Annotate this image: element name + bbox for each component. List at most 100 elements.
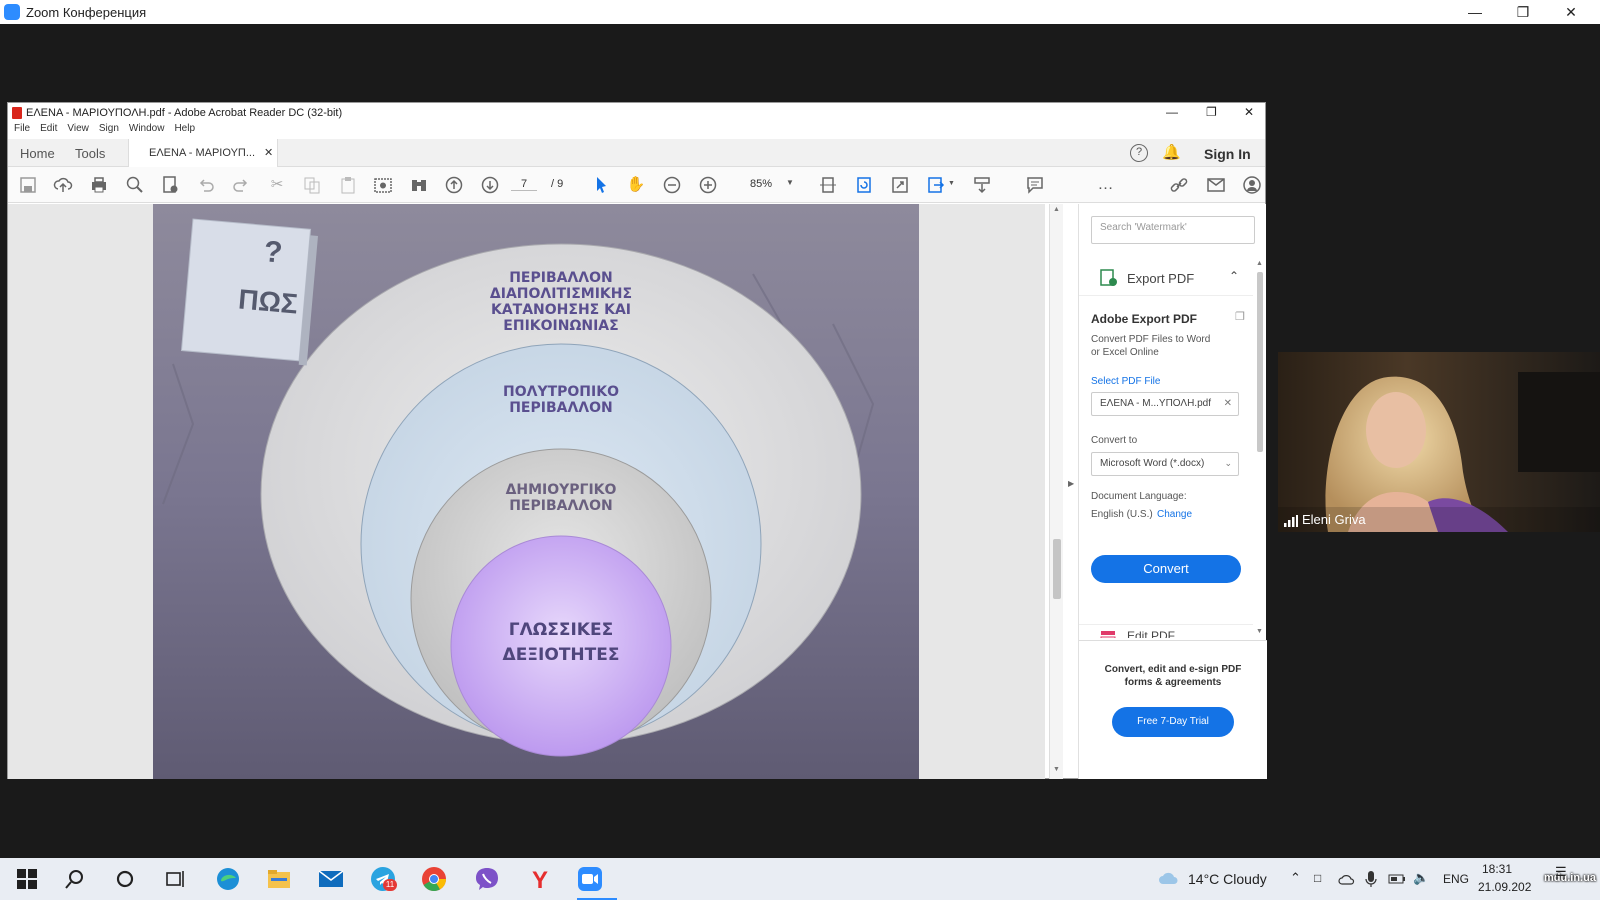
tab-document[interactable]: ΕΛΕΝΑ - ΜΑΡΙΟΥΠ... ✕: [128, 139, 278, 167]
viber-icon[interactable]: [474, 866, 500, 892]
menu-help[interactable]: Help: [174, 123, 195, 139]
free-trial-button[interactable]: Free 7-Day Trial: [1112, 707, 1234, 737]
pane-scroll-up-icon[interactable]: ▲: [1256, 260, 1263, 267]
zoom-close-button[interactable]: ✕: [1548, 0, 1594, 24]
print-icon[interactable]: [89, 175, 109, 195]
find-binoculars-icon[interactable]: [409, 175, 429, 195]
add-user-icon[interactable]: [1242, 175, 1262, 195]
export-pdf-header[interactable]: Export PDF ⌃: [1079, 260, 1253, 296]
pane-scroll-down-icon[interactable]: ▼: [1256, 628, 1263, 635]
edit-pdf-header[interactable]: Edit PDF: [1079, 624, 1253, 638]
start-windows-icon[interactable]: [14, 866, 40, 892]
copy-icon-pane[interactable]: ❐: [1235, 310, 1245, 323]
cut-icon[interactable]: ✂: [267, 175, 287, 195]
format-select[interactable]: Microsoft Word (*.docx) ⌄: [1091, 452, 1239, 476]
scroll-mode-icon[interactable]: [972, 175, 992, 195]
page-number-input[interactable]: 7: [511, 178, 537, 191]
redo-icon[interactable]: [231, 175, 251, 195]
menu-window[interactable]: Window: [129, 123, 165, 139]
scroll-up-icon[interactable]: ▲: [1053, 206, 1060, 213]
zoom-app-taskbar-icon[interactable]: [577, 866, 603, 892]
fit-page-icon[interactable]: [818, 175, 838, 195]
remove-file-icon[interactable]: ✕: [1224, 398, 1232, 409]
acrobat-restore-button[interactable]: ❐: [1206, 105, 1217, 119]
input-language[interactable]: ENG: [1443, 872, 1469, 886]
email-icon[interactable]: [1206, 175, 1226, 195]
file-explorer-icon[interactable]: [266, 866, 292, 892]
weather-cloud-icon[interactable]: [1158, 870, 1180, 886]
collapse-chevron-icon[interactable]: ⌃: [1229, 269, 1239, 283]
meet-now-icon[interactable]: □: [1314, 871, 1321, 885]
pane-scrollbar-thumb[interactable]: [1257, 272, 1263, 452]
weather-text[interactable]: 14°C Cloudy: [1188, 871, 1267, 887]
notifications-icon[interactable]: ☰: [1555, 864, 1567, 880]
yandex-browser-icon[interactable]: Y: [526, 866, 552, 892]
edit-file-icon[interactable]: [160, 175, 180, 195]
more-tools-icon[interactable]: …: [1096, 175, 1116, 195]
tab-tools[interactable]: Tools: [75, 146, 105, 161]
select-pdf-file-link[interactable]: Select PDF File: [1091, 376, 1160, 387]
participant-name: Eleni Griva: [1302, 512, 1366, 527]
export-page-icon[interactable]: [926, 175, 946, 195]
convert-button[interactable]: Convert: [1091, 555, 1241, 583]
collapse-right-pane-icon[interactable]: ▶: [1068, 479, 1074, 488]
tab-home[interactable]: Home: [20, 146, 55, 161]
clock-time[interactable]: 18:31: [1482, 862, 1512, 876]
show-hidden-icons-chevron-icon[interactable]: ⌃: [1290, 870, 1301, 886]
zoom-search-icon[interactable]: [125, 175, 145, 195]
change-language-link[interactable]: Change: [1157, 509, 1192, 520]
menu-file[interactable]: File: [14, 123, 30, 139]
scrollbar-thumb[interactable]: [1053, 539, 1061, 599]
menu-view[interactable]: View: [67, 123, 89, 139]
menu-edit[interactable]: Edit: [40, 123, 57, 139]
zoom-minimize-button[interactable]: —: [1452, 0, 1498, 24]
save-icon[interactable]: [18, 175, 38, 195]
page-down-icon[interactable]: [480, 175, 500, 195]
acrobat-minimize-button[interactable]: —: [1166, 105, 1178, 119]
hand-tool-icon[interactable]: ✋: [626, 175, 646, 195]
snapshot-icon[interactable]: [373, 175, 393, 195]
watermark-search-input[interactable]: Search 'Watermark': [1091, 216, 1255, 244]
battery-icon[interactable]: [1388, 873, 1406, 885]
onedrive-cloud-icon[interactable]: [1338, 873, 1356, 885]
share-link-icon[interactable]: [1169, 175, 1189, 195]
sign-in-button[interactable]: Sign In: [1204, 146, 1251, 162]
copy-icon[interactable]: [302, 175, 322, 195]
zoom-out-icon[interactable]: [662, 175, 682, 195]
menu-sign[interactable]: Sign: [99, 123, 119, 139]
zoom-dropdown-chevron-icon[interactable]: ▼: [786, 178, 794, 187]
rotate-page-icon[interactable]: [854, 175, 874, 195]
participant-name-tag: Eleni Griva: [1284, 512, 1366, 527]
page-up-icon[interactable]: [444, 175, 464, 195]
mail-icon[interactable]: [318, 866, 344, 892]
task-view-icon[interactable]: [162, 866, 188, 892]
upload-cloud-icon[interactable]: [53, 175, 73, 195]
undo-icon[interactable]: [196, 175, 216, 195]
comment-icon[interactable]: [1025, 175, 1045, 195]
export-dropdown-chevron-icon[interactable]: ▼: [948, 180, 955, 187]
telegram-icon[interactable]: 11: [370, 866, 397, 892]
document-scrollbar[interactable]: ▲ ▼: [1049, 204, 1063, 779]
selected-file-field[interactable]: ΕΛΕΝΑ - Μ...ΥΠΟΛΗ.pdf ✕: [1091, 392, 1239, 416]
cortana-circle-icon[interactable]: [112, 866, 138, 892]
paste-icon[interactable]: [338, 175, 358, 195]
participant-video-tile[interactable]: Eleni Griva: [1278, 352, 1600, 532]
full-screen-icon[interactable]: [890, 175, 910, 195]
search-icon[interactable]: [62, 866, 88, 892]
microphone-icon[interactable]: [1365, 870, 1377, 888]
zoom-level-select[interactable]: 85%: [750, 178, 772, 190]
chrome-browser-icon[interactable]: [421, 866, 447, 892]
select-cursor-icon[interactable]: [591, 175, 611, 195]
tab-close-icon[interactable]: ✕: [264, 146, 273, 159]
pane-scrollbar[interactable]: ▲ ▼: [1255, 260, 1265, 640]
clock-date[interactable]: 21.09.202: [1478, 880, 1531, 894]
zoom-in-icon[interactable]: [698, 175, 718, 195]
scroll-down-icon[interactable]: ▼: [1053, 766, 1060, 773]
acrobat-window: ΕΛΕΝΑ - ΜΑΡΙΟΥΠΟΛΗ.pdf - Adobe Acrobat R…: [7, 102, 1267, 779]
help-icon[interactable]: ?: [1130, 144, 1148, 162]
volume-speaker-icon[interactable]: 🔈: [1413, 870, 1429, 886]
zoom-maximize-button[interactable]: ❐: [1500, 0, 1546, 24]
notification-bell-icon[interactable]: 🔔: [1162, 143, 1181, 161]
edge-browser-icon[interactable]: [215, 866, 241, 892]
acrobat-close-button[interactable]: ✕: [1244, 105, 1254, 119]
